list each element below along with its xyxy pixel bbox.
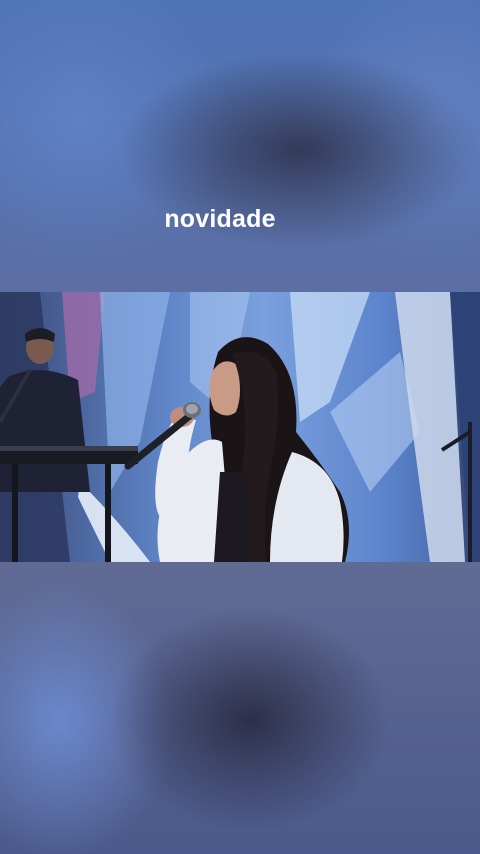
video-screen[interactable]: novidade: [0, 0, 480, 854]
caption-text: novidade: [164, 205, 276, 233]
stage-scene: [0, 292, 480, 562]
video-frame[interactable]: [0, 292, 480, 562]
